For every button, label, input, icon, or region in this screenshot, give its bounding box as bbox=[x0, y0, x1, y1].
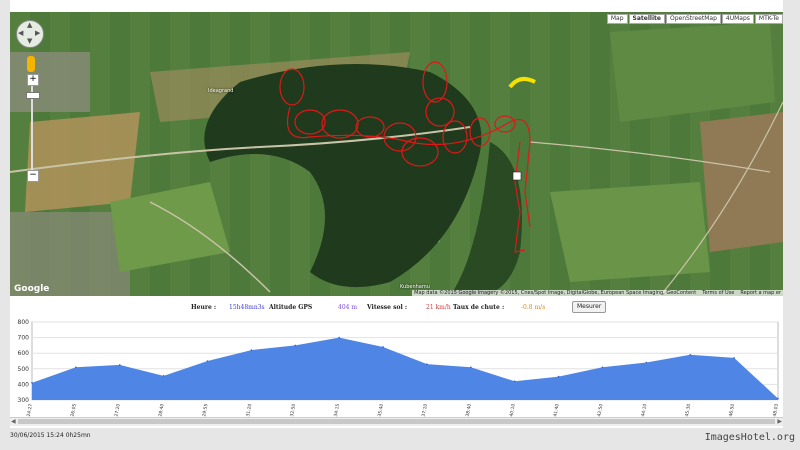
scroll-left-icon[interactable]: ◀ bbox=[11, 418, 16, 425]
x-tick-label: 15:41:40 bbox=[551, 403, 560, 418]
altitude-point bbox=[645, 361, 648, 364]
x-tick-label: 15:42:50 bbox=[595, 403, 604, 418]
attribution-text: Map data ©2015 Google Imagery ©2015, Cne… bbox=[414, 290, 697, 296]
map-type-map[interactable]: Map bbox=[606, 14, 628, 24]
altitude-point bbox=[206, 360, 209, 362]
map-type-4umaps[interactable]: 4UMaps bbox=[721, 14, 754, 24]
pan-left-icon[interactable]: ◀ bbox=[18, 30, 23, 37]
map-imagery bbox=[10, 12, 783, 296]
report-error-link[interactable]: Report a map er bbox=[740, 290, 781, 296]
pan-down-icon[interactable]: ▼ bbox=[27, 38, 32, 45]
map-type-openstreetmap[interactable]: OpenStreetMap bbox=[665, 14, 721, 24]
altitude-point bbox=[470, 366, 472, 369]
x-tick-label: 15:34:15 bbox=[332, 403, 341, 418]
time-label: Heure : bbox=[191, 303, 217, 311]
pan-up-icon[interactable]: ▲ bbox=[27, 22, 32, 29]
x-tick-label: 15:26:05 bbox=[68, 403, 77, 418]
pan-right-icon[interactable]: ▶ bbox=[35, 30, 40, 37]
satellite-map[interactable]: Map Satellite OpenStreetMap 4UMaps MTK-T… bbox=[10, 12, 783, 296]
altitude-point bbox=[557, 375, 560, 378]
altitude-point bbox=[426, 363, 428, 365]
watermark: ImagesHotel.org bbox=[704, 432, 795, 443]
sink-rate-label: Taux de chute : bbox=[453, 303, 505, 311]
y-tick-label: 500 bbox=[18, 366, 30, 373]
altitude-point bbox=[689, 353, 692, 356]
x-tick-label: 15:44:10 bbox=[639, 403, 648, 418]
pan-control[interactable]: ▲ ▼ ◀ ▶ bbox=[16, 20, 44, 48]
x-tick-label: 15:45:30 bbox=[683, 403, 692, 418]
map-type-switcher: Map Satellite OpenStreetMap 4UMaps MTK-T… bbox=[606, 14, 783, 24]
place-label: Ideagrand bbox=[208, 88, 234, 94]
altitude-point bbox=[601, 366, 604, 369]
sink-rate-value: -0.8 m/s bbox=[521, 303, 546, 311]
flight-timestamp: 30/06/2015 15:24 0h25mn bbox=[10, 432, 91, 439]
altitude-point bbox=[31, 382, 33, 384]
altitude-point bbox=[294, 344, 297, 347]
scrollbar-thumb[interactable] bbox=[18, 419, 775, 424]
altitude-chart[interactable]: 300 400 500 600 700 800 15:24:27 15:26:05 15:27:… bbox=[10, 318, 783, 418]
altitude-point bbox=[777, 397, 779, 400]
altitude-point bbox=[162, 375, 165, 377]
x-tick-label: 15:28:40 bbox=[156, 403, 165, 418]
x-tick-label: 15:48:03 bbox=[771, 403, 780, 418]
x-tick-label: 15:35:40 bbox=[376, 403, 385, 418]
altitude-point bbox=[338, 336, 340, 339]
x-tick-label: 15:46:50 bbox=[727, 403, 736, 418]
altitude-point bbox=[75, 366, 77, 369]
scroll-right-icon[interactable]: ▶ bbox=[777, 418, 782, 425]
chart-scrollbar[interactable]: ◀ ▶ bbox=[10, 417, 783, 426]
speed-value: 21 km/h bbox=[426, 303, 451, 311]
altitude-point bbox=[733, 357, 735, 359]
x-tick-label: 15:31:20 bbox=[244, 403, 253, 418]
x-tick-label: 15:40:10 bbox=[507, 403, 516, 418]
pegman-icon[interactable] bbox=[27, 56, 35, 72]
map-attribution: Map data ©2015 Google Imagery ©2015, Cne… bbox=[412, 290, 783, 296]
y-tick-label: 600 bbox=[18, 350, 30, 357]
speed-label: Vitesse sol : bbox=[367, 303, 408, 311]
x-tick-label: 15:29:55 bbox=[200, 403, 209, 418]
x-tick-label: 15:27:20 bbox=[112, 403, 121, 418]
status-bar: Heure : 15h48mn3s Altitude GPS 404 m Vit… bbox=[10, 298, 783, 316]
zoom-in-button[interactable]: + bbox=[27, 74, 39, 86]
zoom-out-button[interactable]: − bbox=[27, 170, 39, 182]
x-tick-label: 15:32:50 bbox=[288, 403, 297, 418]
google-logo: Google bbox=[14, 284, 50, 294]
map-type-satellite[interactable]: Satellite bbox=[628, 14, 665, 24]
x-tick-label: 15:37:10 bbox=[419, 403, 428, 418]
altitude-point bbox=[513, 380, 516, 383]
map-type-mtk[interactable]: MTK-Te bbox=[754, 14, 783, 24]
finish-flag-icon bbox=[512, 171, 522, 181]
measure-button[interactable]: Mesurer bbox=[572, 301, 607, 313]
terms-link[interactable]: Terms of Use bbox=[702, 290, 734, 296]
y-tick-label: 400 bbox=[18, 381, 30, 388]
x-tick-label: 15:38:40 bbox=[463, 403, 472, 418]
altitude-label: Altitude GPS bbox=[269, 303, 313, 311]
y-tick-label: 300 bbox=[18, 397, 30, 404]
altitude-value: 404 m bbox=[338, 303, 358, 311]
altitude-point bbox=[250, 349, 253, 351]
altitude-point bbox=[118, 364, 121, 366]
y-tick-label: 800 bbox=[18, 319, 30, 326]
y-tick-label: 700 bbox=[18, 335, 30, 342]
time-value: 15h48mn3s bbox=[229, 303, 265, 311]
altitude-point bbox=[382, 346, 384, 348]
x-tick-label: 15:24:27 bbox=[25, 403, 34, 418]
zoom-slider-handle[interactable] bbox=[26, 92, 40, 99]
